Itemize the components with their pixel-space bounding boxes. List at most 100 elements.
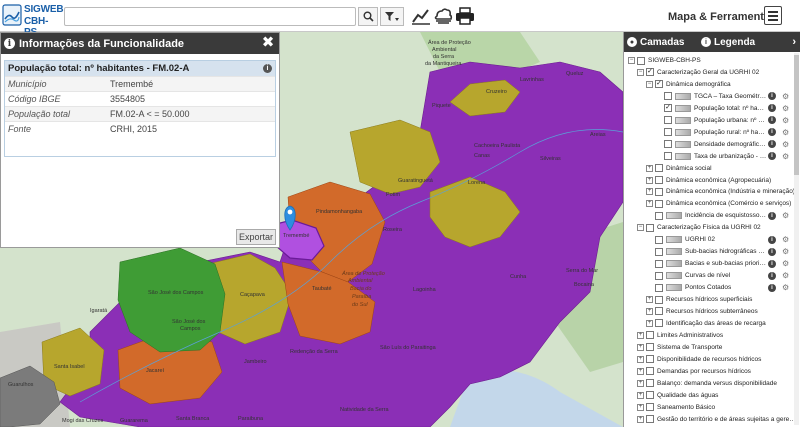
layer-info-icon[interactable]: i (768, 259, 776, 268)
expand-icon[interactable]: + (637, 331, 644, 339)
tab-legend[interactable]: i Legenda (698, 32, 755, 52)
chevron-right-icon[interactable]: › (792, 36, 796, 48)
layer-checkbox[interactable] (646, 403, 654, 412)
layer-info-icon[interactable]: i (768, 211, 776, 220)
layer-info-icon[interactable]: i (768, 235, 776, 244)
gear-icon[interactable]: ⚙ (782, 151, 789, 162)
gear-icon[interactable]: ⚙ (782, 91, 789, 102)
sigweb-logo[interactable]: SIGWEB CBH-PS (2, 2, 64, 38)
print-icon[interactable] (454, 6, 476, 26)
tab-layers[interactable]: Camadas (640, 37, 684, 48)
layer-info-icon[interactable]: i (768, 247, 776, 256)
layer-checkbox[interactable] (655, 164, 663, 173)
expand-icon[interactable]: + (646, 188, 653, 196)
layer-checkbox[interactable] (655, 176, 663, 184)
expand-icon[interactable]: + (646, 164, 653, 172)
expand-icon[interactable]: + (637, 391, 644, 399)
layer-info-icon[interactable]: i (768, 92, 776, 101)
layer-checkbox[interactable] (655, 295, 663, 304)
gear-icon[interactable]: ⚙ (782, 234, 789, 245)
layer-tree-item[interactable]: − ✓ Caracterização Geral da UGRHI 02 (624, 67, 800, 78)
expand-icon[interactable]: + (637, 355, 644, 363)
layer-checkbox[interactable] (646, 355, 654, 364)
measure-chart-icon[interactable] (410, 6, 432, 26)
gear-icon[interactable]: ⚙ (782, 127, 789, 138)
expand-icon[interactable]: + (637, 343, 644, 351)
layer-tree-item[interactable]: População urbana: nº habitant...i ⚙ (624, 115, 800, 126)
layer-checkbox[interactable] (664, 116, 672, 125)
expand-icon[interactable]: + (646, 200, 653, 208)
layer-checkbox[interactable] (664, 92, 672, 101)
layer-checkbox[interactable] (664, 152, 672, 161)
layer-tree-item[interactable]: Incidência de esquistossomose...i ⚙ (624, 210, 800, 221)
layer-checkbox[interactable] (664, 140, 672, 149)
layer-tree-item[interactable]: + Dinâmica econômica (Indústria e mineraç… (624, 186, 800, 197)
layer-checkbox[interactable] (637, 56, 645, 65)
layer-info-icon[interactable]: i (768, 271, 776, 280)
search-filter-button[interactable] (380, 7, 404, 26)
layer-checkbox[interactable] (655, 307, 663, 316)
layer-tree-item[interactable]: Curvas de nível i ⚙ (624, 270, 800, 281)
layer-info-icon[interactable]: i (768, 116, 776, 125)
layer-checkbox[interactable] (655, 187, 663, 196)
layer-checkbox[interactable]: ✓ (664, 104, 672, 113)
layer-tree-item[interactable]: + Dinâmica social (624, 163, 800, 174)
layer-tree-item[interactable]: Sub-bacias hidrográficas da UGRHI...i ⚙ (624, 246, 800, 257)
layer-info-icon[interactable]: i (768, 152, 776, 161)
layer-tree-item[interactable]: + Disponibilidade de recursos hídricos (624, 354, 800, 365)
layer-checkbox[interactable] (646, 343, 654, 352)
layer-checkbox[interactable] (655, 199, 663, 208)
layer-tree-item[interactable]: Bacias e sub-bacias priorizadasi ⚙ (624, 258, 800, 269)
collapse-icon[interactable]: − (637, 224, 644, 232)
layer-tree-item[interactable]: − Caracterização Física da UGRHI 02 (624, 222, 800, 233)
layer-tree-item[interactable]: + Recursos hídricos subterrâneos (624, 306, 800, 317)
layer-tree-item[interactable]: − SIGWEB-CBH-PS (624, 55, 800, 66)
expand-icon[interactable]: + (646, 307, 653, 315)
collapse-icon[interactable]: − (646, 80, 653, 88)
layer-info-icon[interactable]: i (768, 128, 776, 137)
collapse-icon[interactable]: − (637, 68, 644, 76)
expand-icon[interactable]: + (637, 367, 644, 375)
layer-checkbox[interactable] (655, 235, 663, 244)
expand-icon[interactable]: + (637, 379, 644, 387)
gear-icon[interactable]: ⚙ (782, 270, 789, 281)
expand-icon[interactable]: + (646, 296, 653, 303)
layer-tree-item[interactable]: + Qualidade das águas (624, 390, 800, 401)
layer-tree-item[interactable]: Pontos Cotados i ⚙ (624, 282, 800, 293)
layer-checkbox[interactable] (655, 211, 663, 220)
layer-tree-item[interactable]: Taxa de urbanização - FM.03-Bi ⚙ (624, 151, 800, 162)
layer-tree-item[interactable]: TGCA – Taxa Geométrica de...i ⚙ (624, 91, 800, 102)
layer-tree-item[interactable]: + Limites Administrativos (624, 330, 800, 341)
layer-tree-item[interactable]: + Sistema de Transporte (624, 342, 800, 353)
close-icon[interactable]: ✖ (261, 35, 275, 51)
layer-checkbox[interactable] (646, 223, 654, 232)
expand-icon[interactable]: + (646, 176, 653, 184)
gear-icon[interactable]: ⚙ (782, 258, 789, 269)
layer-tree-item[interactable]: População rural: nº habitantes...i ⚙ (624, 127, 800, 138)
layer-tree-item[interactable]: ✓ População total: nº habitantes...i ⚙ (624, 103, 800, 114)
layer-checkbox[interactable] (664, 128, 672, 137)
expand-icon[interactable]: + (637, 415, 644, 423)
layer-tree-item[interactable]: − ✓ Dinâmica demográfica (624, 79, 800, 90)
gear-icon[interactable]: ⚙ (782, 115, 789, 126)
layer-checkbox[interactable]: ✓ (655, 80, 663, 89)
gear-icon[interactable]: ⚙ (782, 139, 789, 150)
gear-icon[interactable]: ⚙ (782, 210, 789, 221)
layer-info-icon[interactable]: i (768, 104, 776, 113)
layer-checkbox[interactable]: ✓ (646, 68, 654, 77)
layer-tree-item[interactable]: + Gestão do território e de áreas sujeita… (624, 414, 800, 425)
collapse-icon[interactable]: − (628, 57, 635, 64)
layer-checkbox[interactable] (646, 415, 654, 423)
gear-icon[interactable]: ⚙ (782, 246, 789, 257)
layer-checkbox[interactable] (655, 247, 663, 256)
layer-tree-item[interactable]: + Demandas por recursos hídricos (624, 366, 800, 377)
gear-icon[interactable]: ⚙ (782, 103, 789, 114)
layer-checkbox[interactable] (646, 367, 654, 376)
layer-checkbox[interactable] (646, 379, 654, 388)
layer-checkbox[interactable] (655, 271, 663, 280)
layer-checkbox[interactable] (655, 283, 663, 292)
search-input[interactable] (64, 7, 356, 26)
feature-info-icon[interactable]: i (263, 64, 272, 73)
layer-checkbox[interactable] (646, 331, 654, 340)
layer-tree-item[interactable]: + Dinâmica econômica (Agropecuária) (624, 175, 800, 186)
